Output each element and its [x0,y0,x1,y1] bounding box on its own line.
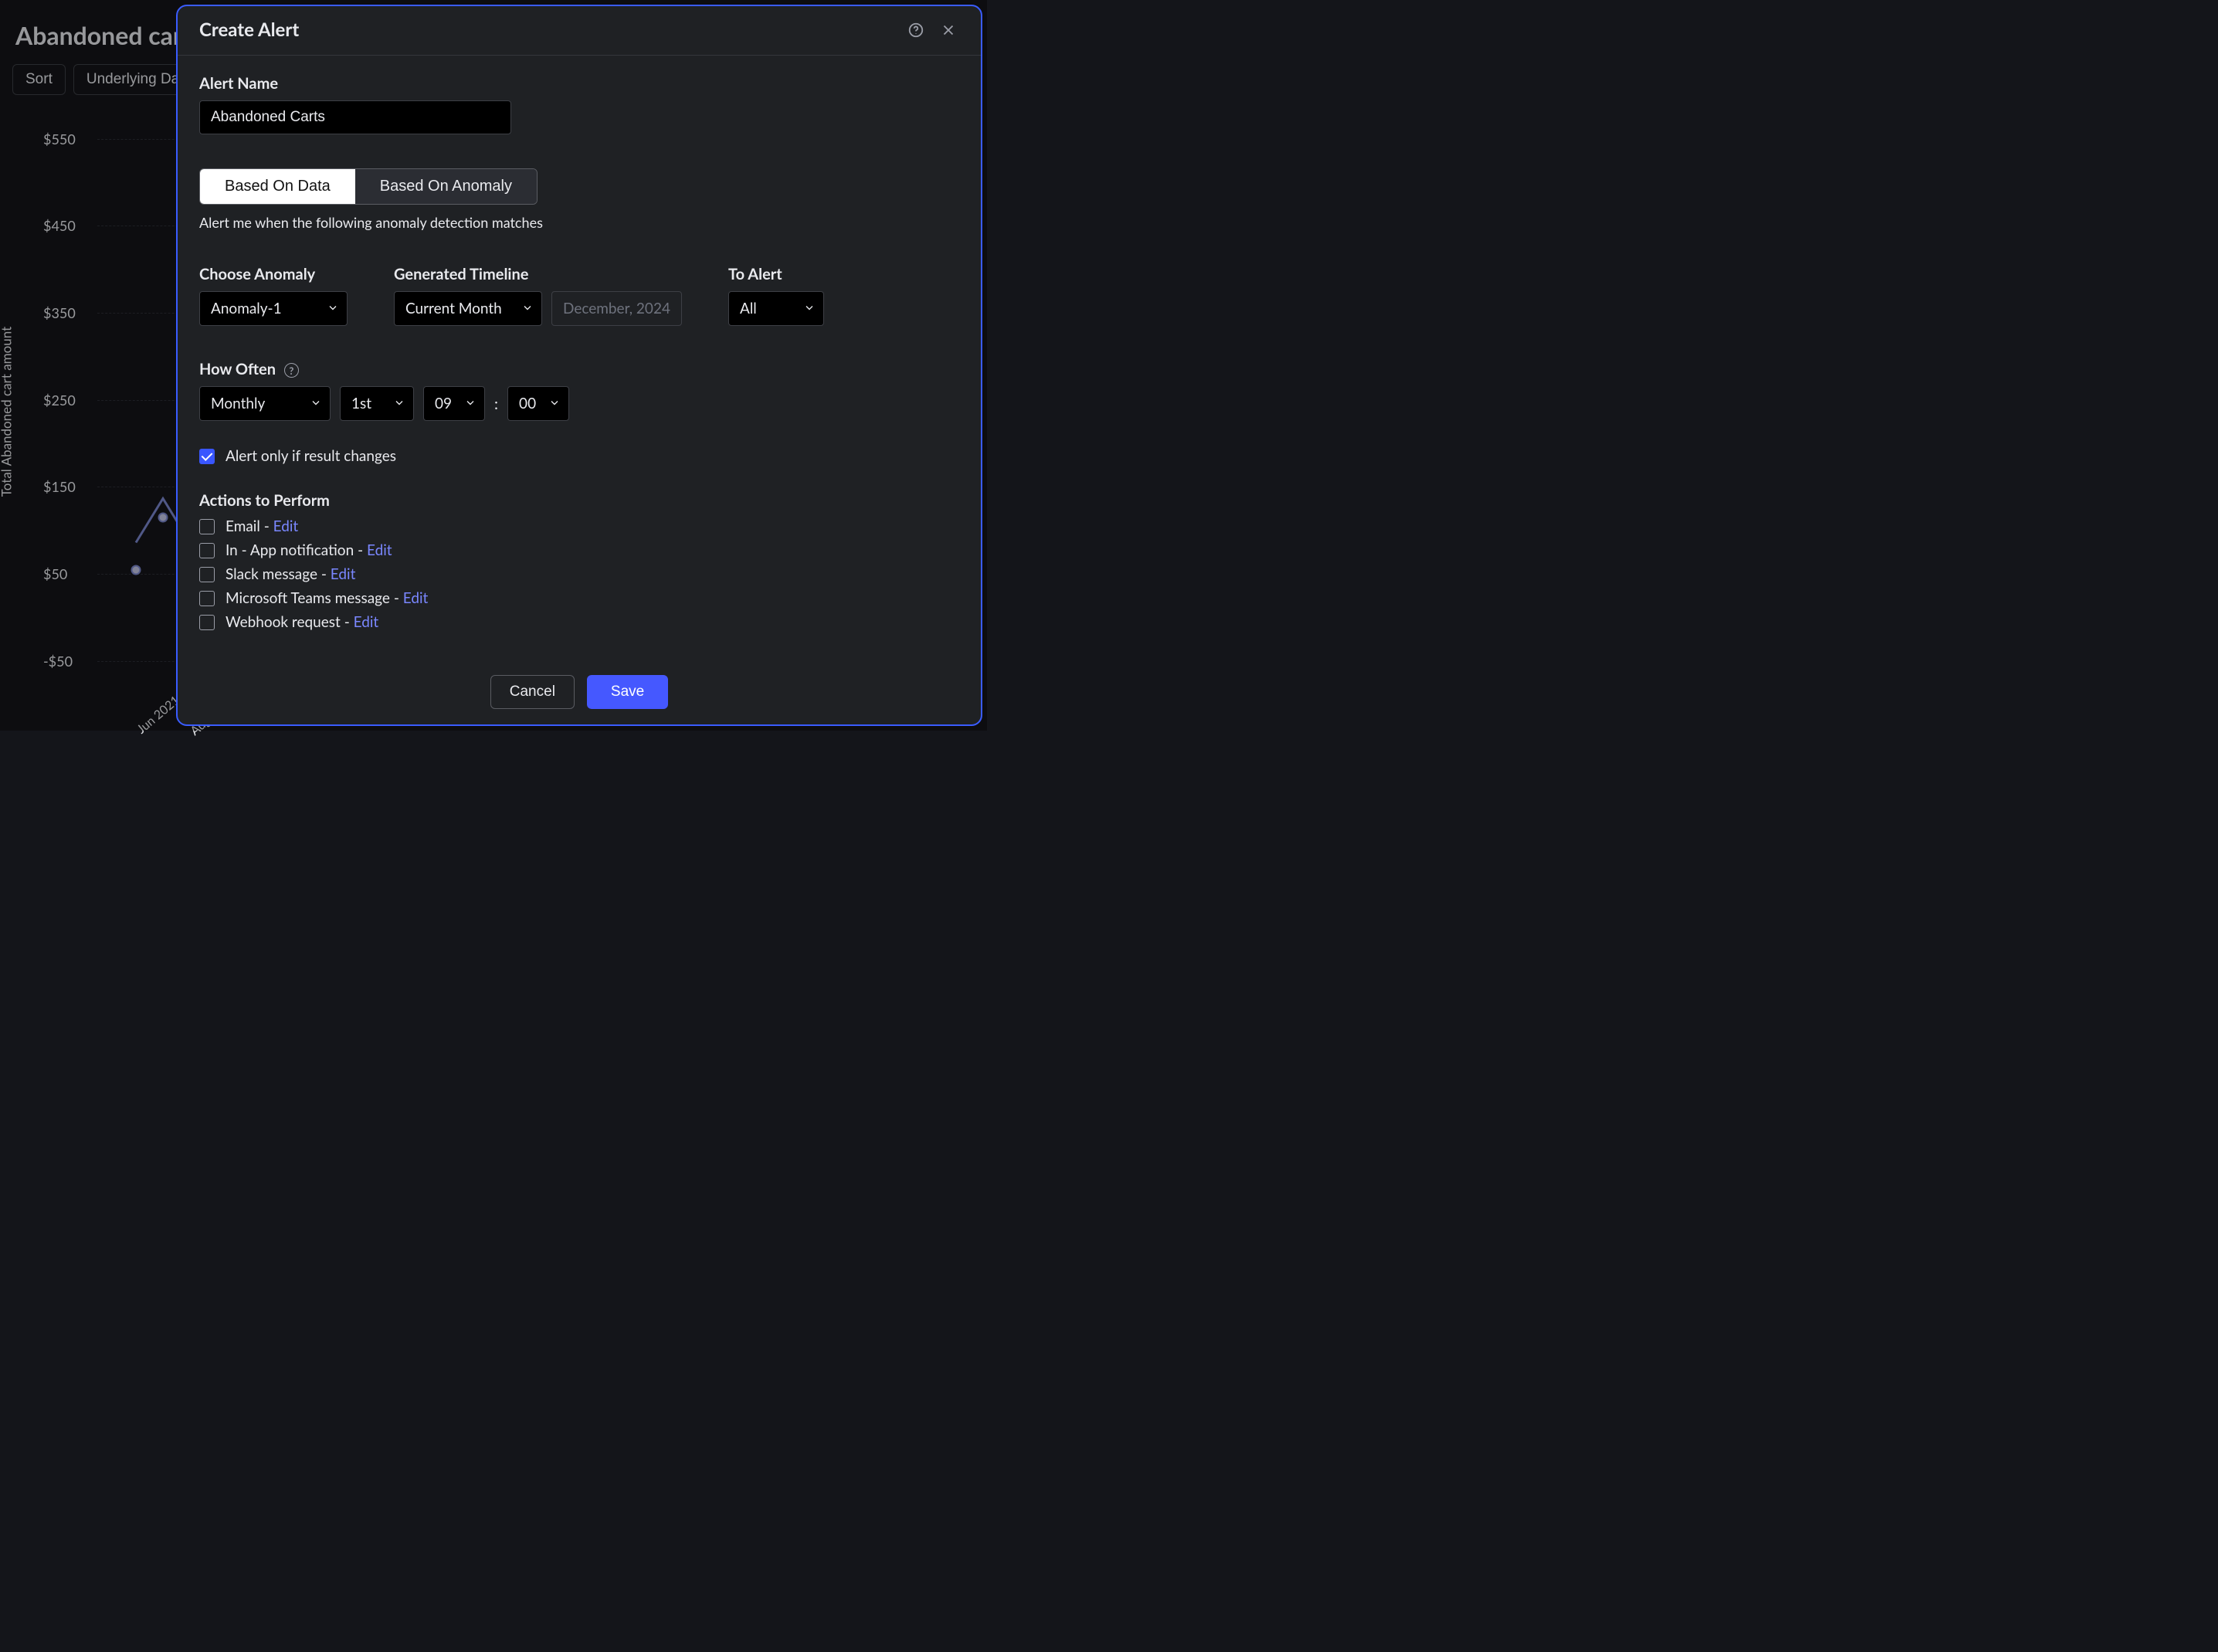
chevron-down-icon [464,395,476,412]
modal-title: Create Alert [199,19,894,41]
generated-timeline-label: Generated Timeline [394,265,682,283]
hour-value: 09 [435,395,452,412]
action-webhook-edit-link[interactable]: Edit [354,613,379,631]
action-webhook-label: Webhook request [226,613,341,631]
hour-select[interactable]: 09 [423,386,485,421]
action-slack-label: Slack message [226,565,317,583]
action-email-edit-link[interactable]: Edit [273,517,299,535]
how-often-label: How Often ? [199,360,959,378]
action-inapp-label: In - App notification [226,541,354,559]
create-alert-modal: Create Alert Alert Name Based On Data Ba… [176,5,982,726]
to-alert-label: To Alert [728,265,824,283]
actions-header: Actions to Perform [199,491,959,510]
basis-segment: Based On Data Based On Anomaly [199,168,538,205]
alert-name-label: Alert Name [199,74,959,93]
choose-anomaly-value: Anomaly-1 [211,300,282,317]
generated-timeline-value: Current Month [405,300,502,317]
alert-only-changes-checkbox[interactable] [199,449,215,464]
cancel-button[interactable]: Cancel [490,675,575,709]
frequency-value: Monthly [211,395,265,412]
help-icon[interactable]: ? [284,363,299,378]
how-often-label-text: How Often [199,360,276,378]
day-select[interactable]: 1st [340,386,414,421]
action-webhook-checkbox[interactable] [199,615,215,630]
chevron-down-icon [521,300,534,317]
action-inapp-edit-link[interactable]: Edit [367,541,392,559]
action-teams-edit-link[interactable]: Edit [403,589,429,607]
chevron-down-icon [327,300,339,317]
action-email-checkbox[interactable] [199,519,215,534]
time-separator: : [494,395,498,413]
day-value: 1st [351,395,371,412]
generated-timeline-select[interactable]: Current Month [394,291,542,326]
alert-name-input[interactable] [199,100,511,134]
action-email-label: Email [226,517,260,535]
action-teams-checkbox[interactable] [199,591,215,606]
to-alert-select[interactable]: All [728,291,824,326]
chevron-down-icon [310,395,322,412]
frequency-select[interactable]: Monthly [199,386,331,421]
minute-select[interactable]: 00 [507,386,569,421]
action-slack-checkbox[interactable] [199,567,215,582]
based-on-anomaly-tab[interactable]: Based On Anomaly [355,169,537,204]
to-alert-value: All [740,300,757,317]
save-button[interactable]: Save [587,675,668,709]
close-icon[interactable] [938,19,959,41]
minute-value: 00 [519,395,536,412]
generated-timeline-readonly: December, 2024 [551,291,682,326]
chevron-down-icon [803,300,816,317]
choose-anomaly-select[interactable]: Anomaly-1 [199,291,348,326]
based-on-data-tab[interactable]: Based On Data [200,169,355,204]
chevron-down-icon [393,395,405,412]
modal-header: Create Alert [178,6,981,56]
modal-body: Alert Name Based On Data Based On Anomal… [178,56,981,664]
action-inapp-checkbox[interactable] [199,543,215,558]
action-slack-edit-link[interactable]: Edit [331,565,356,583]
modal-footer: Cancel Save [178,664,981,724]
action-teams-label: Microsoft Teams message [226,589,390,607]
choose-anomaly-label: Choose Anomaly [199,265,348,283]
basis-hint: Alert me when the following anomaly dete… [199,214,959,231]
alert-only-changes-label: Alert only if result changes [226,447,396,465]
chevron-down-icon [548,395,561,412]
help-icon[interactable] [905,19,927,41]
